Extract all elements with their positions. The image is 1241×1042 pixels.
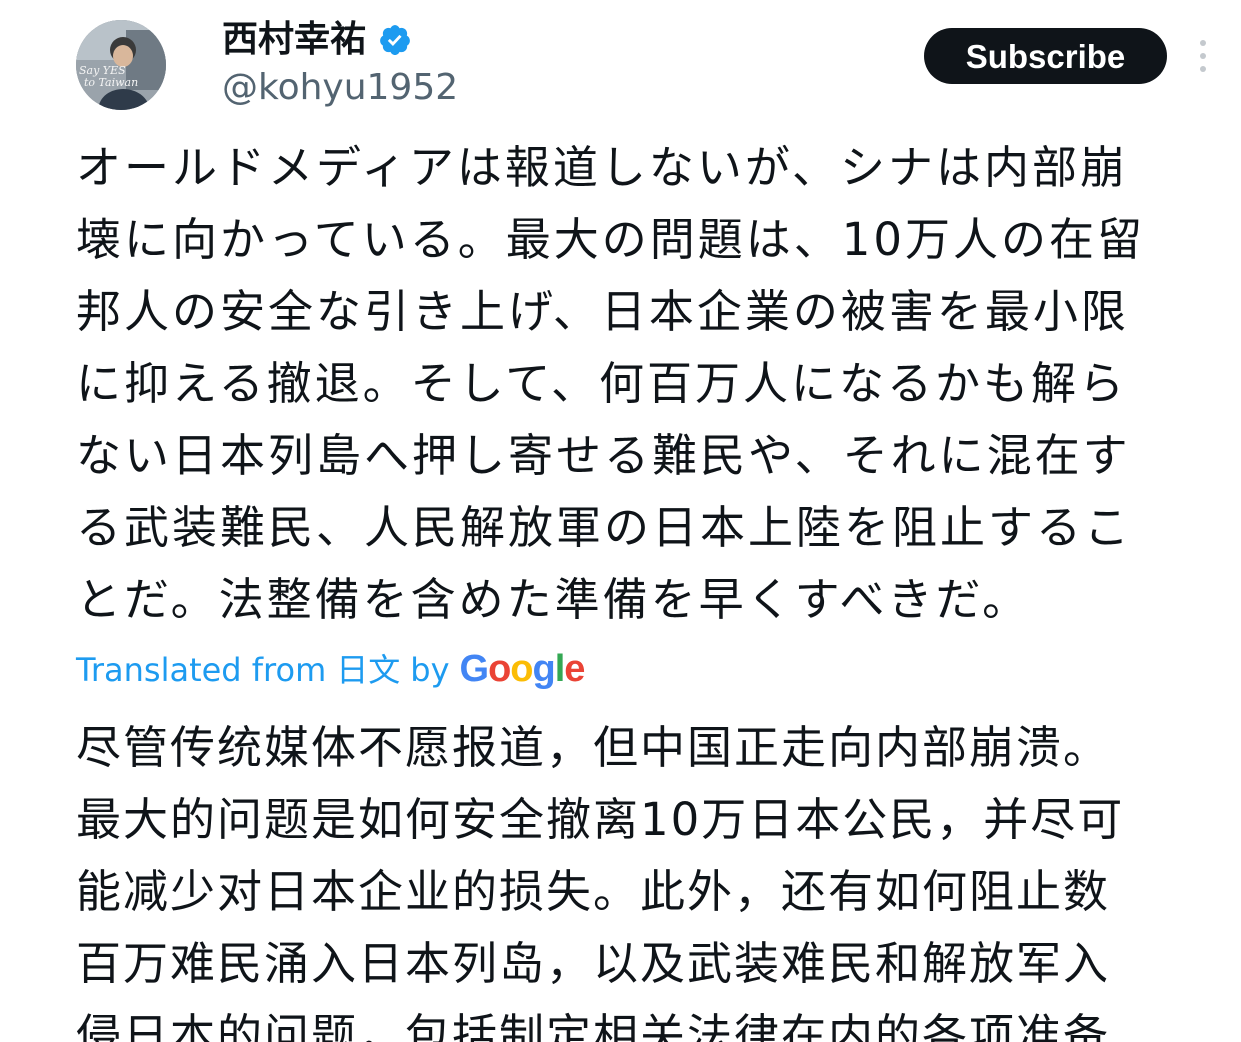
source-language: 日文 — [336, 651, 401, 689]
translated-from-label: Translated from — [76, 651, 327, 689]
tweet-text: オールドメディアは報道しないが、シナは内部崩 壊に向かっている。最大の問題は、1… — [76, 141, 1146, 626]
google-logo-letter: g — [532, 648, 556, 690]
author-handle[interactable]: @kohyu1952 — [222, 66, 458, 110]
avatar-image: Say YES to Taiwan — [76, 20, 166, 110]
google-logo-letter: o — [510, 648, 533, 690]
avatar[interactable]: Say YES to Taiwan — [76, 20, 166, 110]
author-name[interactable]: 西村幸祐 — [222, 16, 366, 64]
tweet-card: Say YES to Taiwan 西村幸祐 @kohyu1952 Subscr… — [0, 0, 1241, 1042]
verified-badge-icon — [380, 25, 410, 55]
google-logo-letter: o — [488, 648, 511, 690]
google-logo-letter: e — [564, 648, 585, 690]
translated-by-label: by — [410, 651, 450, 689]
author-name-row[interactable]: 西村幸祐 — [222, 16, 412, 64]
google-logo-letter: G — [459, 648, 490, 690]
more-vertical-icon[interactable] — [1194, 38, 1212, 74]
google-logo: Google — [459, 644, 586, 694]
avatar-caption-2: to Taiwan — [84, 76, 138, 89]
translated-text: 尽管传统媒体不愿报道，但中国正走向内部崩溃。 最大的问题是如何安全撤离10万日本… — [76, 721, 1125, 1042]
translation-credit[interactable]: Translated from 日文 by Google — [76, 644, 586, 695]
subscribe-button[interactable]: Subscribe — [924, 28, 1167, 84]
google-logo-letter: l — [554, 648, 566, 690]
